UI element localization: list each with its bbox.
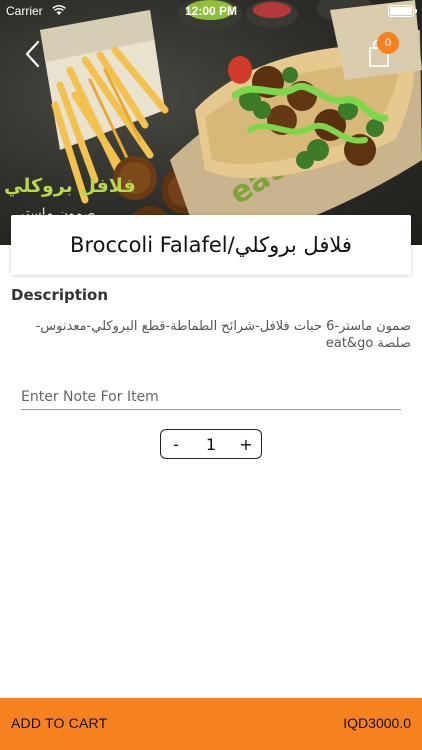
- product-title: Broccoli Falafel/فلافل بروكلي: [70, 233, 352, 257]
- item-note-input[interactable]: [21, 384, 401, 410]
- increase-quantity-button[interactable]: +: [231, 435, 261, 454]
- cart-count-badge: 0: [377, 32, 399, 54]
- product-title-card: Broccoli Falafel/فلافل بروكلي: [11, 215, 411, 275]
- status-time: 12:00 PM: [184, 4, 238, 18]
- description-heading: Description: [11, 286, 109, 304]
- battery-icon: [388, 5, 417, 17]
- quantity-stepper: - 1 +: [160, 429, 262, 459]
- product-hero-image: eat&go فلافل بروكلي صمون ماستر: [0, 0, 422, 245]
- hero-overlay-title: فلافل بروكلي: [4, 175, 136, 197]
- status-bar: Carrier 12:00 PM: [0, 0, 422, 22]
- falafel-sandwich-illustration: eat&go فلافل بروكلي صمون ماستر: [4, 0, 422, 245]
- quantity-value: 1: [205, 434, 217, 454]
- description-text: صمون ماستر-6 حبات فلافل-شرائح الطماطة-قط…: [11, 318, 411, 352]
- chevron-left-icon: [25, 40, 40, 68]
- decrease-quantity-button[interactable]: -: [161, 435, 191, 454]
- total-price: IQD3000.0: [343, 715, 411, 731]
- back-button[interactable]: [18, 36, 50, 72]
- add-to-cart-button[interactable]: ADD TO CART: [11, 715, 107, 731]
- description-body: صمون ماستر-6 حبات فلافل-شرائح الطماطة-قط…: [35, 319, 411, 351]
- bottom-action-bar: ADD TO CART IQD3000.0: [0, 698, 422, 750]
